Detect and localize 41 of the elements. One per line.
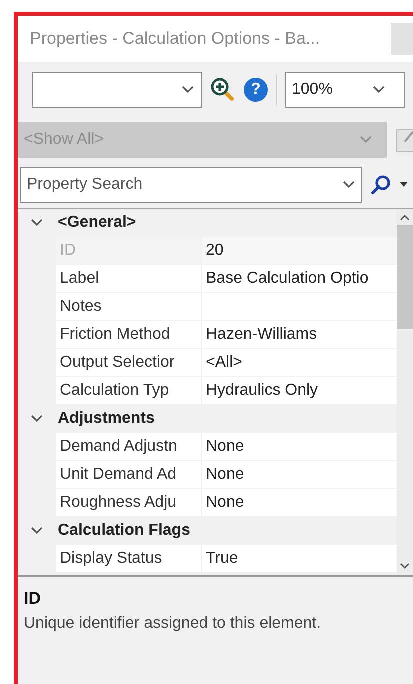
property-name[interactable]: Notes <box>56 293 202 320</box>
property-name[interactable]: Label <box>56 265 202 292</box>
search-field[interactable]: Property Search <box>20 167 362 203</box>
scroll-down-icon[interactable] <box>400 563 410 569</box>
element-dropdown[interactable] <box>32 72 202 108</box>
property-value[interactable]: Base Calculation Optio <box>202 265 397 292</box>
scroll-up-icon[interactable] <box>400 215 410 221</box>
property-value[interactable]: True <box>202 545 397 572</box>
collapse-chevron-icon[interactable] <box>30 218 44 228</box>
property-name[interactable]: Friction Method <box>56 321 202 348</box>
scrollbar[interactable] <box>397 209 413 575</box>
window-title: Properties - Calculation Options - Ba... <box>29 29 320 49</box>
property-value[interactable]: None <box>202 489 397 516</box>
dropdown-arrow-icon[interactable] <box>400 182 408 188</box>
scrollbar-thumb[interactable] <box>397 225 413 329</box>
category-heading[interactable]: Calculation Flags <box>56 522 190 540</box>
zoom-dropdown[interactable]: 100% <box>285 72 405 108</box>
property-name[interactable]: Demand Adjustn <box>56 433 202 460</box>
category-heading[interactable]: <General> <box>56 214 136 232</box>
property-value: 20 <box>202 237 397 264</box>
help-button[interactable]: ? <box>244 78 268 102</box>
property-name[interactable]: Unit Demand Ad <box>56 461 202 488</box>
caret-icon <box>342 180 356 190</box>
property-value[interactable]: Hydraulics Only <box>202 377 397 404</box>
property-value[interactable]: None <box>202 461 397 488</box>
caret-icon <box>359 135 373 145</box>
description-title: ID <box>24 589 42 609</box>
caret-icon <box>181 85 195 95</box>
property-name[interactable]: Calculation Typ <box>56 377 202 404</box>
property-name[interactable]: Display Status <box>56 545 202 572</box>
property-value[interactable]: <All> <box>202 349 397 376</box>
property-name[interactable]: Output Selectior <box>56 349 202 376</box>
collapse-chevron-icon[interactable] <box>30 526 44 536</box>
collapse-chevron-icon[interactable] <box>30 414 44 424</box>
property-value[interactable]: None <box>202 433 397 460</box>
property-value[interactable]: Hazen-Williams <box>202 321 397 348</box>
search-icon[interactable] <box>370 174 392 196</box>
category-heading[interactable]: Adjustments <box>56 410 155 428</box>
description-text: Unique identifier assigned to this element. <box>24 615 322 633</box>
caret-icon <box>372 85 386 95</box>
property-name[interactable]: Roughness Adju <box>56 489 202 516</box>
